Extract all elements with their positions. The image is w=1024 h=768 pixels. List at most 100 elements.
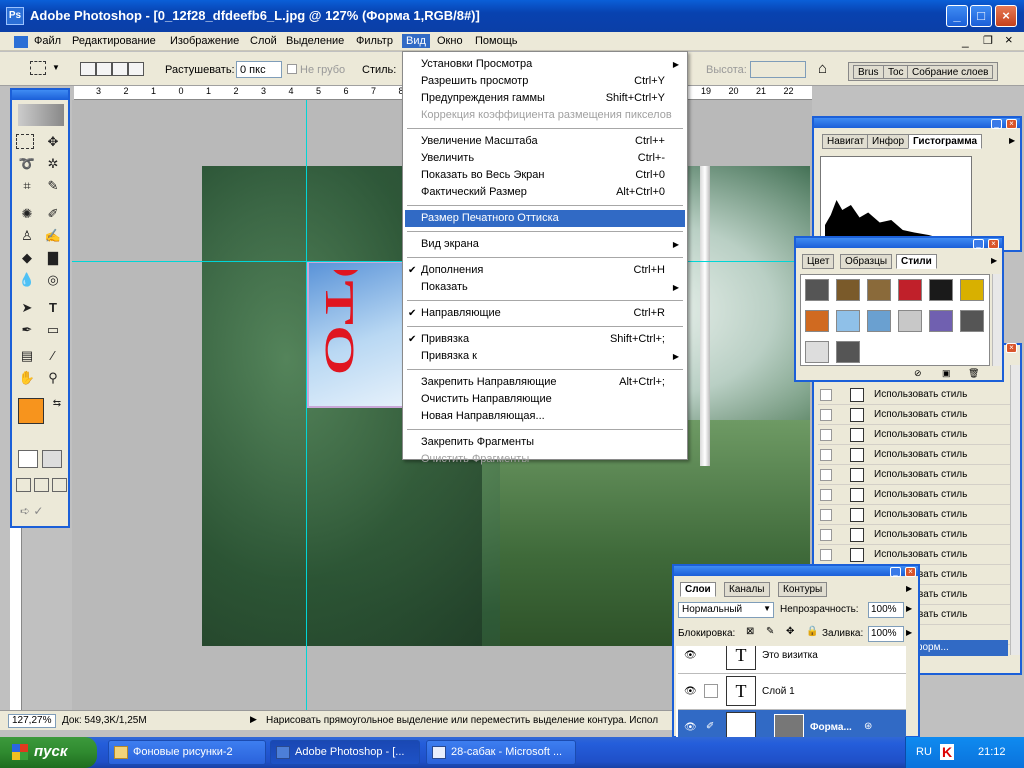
chevron-down-icon[interactable]: ▼: [52, 63, 60, 72]
style-swatch[interactable]: [805, 310, 829, 332]
history-item[interactable]: Использовать стиль: [818, 405, 1010, 425]
doc-close-button[interactable]: ×: [1005, 32, 1013, 47]
palette-well-icon[interactable]: ⌂: [818, 60, 838, 78]
history-item[interactable]: Использовать стиль: [818, 465, 1010, 485]
taskbar-item-folder[interactable]: Фоновые рисунки-2: [108, 740, 266, 765]
history-item[interactable]: Использовать стиль: [818, 485, 1010, 505]
card-text[interactable]: Это: [310, 270, 406, 400]
view-menu-item[interactable]: Новая Направляющая...: [405, 408, 685, 425]
menu-image[interactable]: Изображение: [166, 34, 243, 48]
pen-tool-icon[interactable]: ✒: [16, 320, 38, 339]
view-menu-item[interactable]: Закрепить Фрагменты: [405, 434, 685, 451]
tab-layers[interactable]: Слои: [680, 582, 716, 597]
style-swatch[interactable]: [960, 310, 984, 332]
status-arrow-icon[interactable]: ▶: [250, 714, 257, 725]
view-menu-item[interactable]: Фактический Размер Alt+Ctrl+0: [405, 184, 685, 201]
lasso-tool-icon[interactable]: ➰: [16, 154, 38, 173]
tab-color[interactable]: Цвет: [802, 254, 835, 269]
kaspersky-icon[interactable]: K: [940, 744, 955, 760]
new-selection-icon[interactable]: [80, 62, 96, 76]
tab-styles[interactable]: Стили: [896, 254, 937, 269]
feather-logo-icon[interactable]: [18, 104, 64, 126]
history-item[interactable]: Использовать стиль: [818, 425, 1010, 445]
menu-view[interactable]: Вид: [402, 34, 430, 48]
history-brush-source-box[interactable]: [820, 529, 832, 541]
view-menu-item[interactable]: Вид экрана ▶: [405, 236, 685, 253]
style-swatch[interactable]: [836, 341, 860, 363]
view-menu-item[interactable]: Установки Просмотра ▶: [405, 56, 685, 73]
eraser-tool-icon[interactable]: ◆: [16, 248, 38, 267]
screen-mode-1-icon[interactable]: [16, 478, 31, 492]
taskbar-item-photoshop[interactable]: Adobe Photoshop - [...: [270, 740, 420, 765]
history-item[interactable]: Использовать стиль: [818, 545, 1010, 565]
tab-tool-presets[interactable]: Toc: [883, 65, 909, 79]
style-swatch[interactable]: [867, 310, 891, 332]
view-menu-item[interactable]: ✔ Привязка Shift+Ctrl+;: [405, 331, 685, 348]
stamp-tool-icon[interactable]: ♙: [16, 226, 38, 245]
palette-close-button[interactable]: ×: [988, 239, 999, 249]
fill-input[interactable]: 100%: [868, 626, 904, 642]
style-swatch[interactable]: [960, 279, 984, 301]
magic-wand-icon[interactable]: ✲: [42, 154, 64, 173]
history-brush-source-box[interactable]: [820, 409, 832, 421]
view-menu-item[interactable]: Показать во Весь Экран Ctrl+0: [405, 167, 685, 184]
language-indicator[interactable]: RU: [916, 746, 932, 758]
opacity-input[interactable]: 100%: [868, 602, 904, 618]
blur-tool-icon[interactable]: 💧: [16, 270, 38, 289]
marquee-tool-icon[interactable]: [16, 134, 34, 149]
history-brush-source-box[interactable]: [820, 389, 832, 401]
style-swatch[interactable]: [805, 341, 829, 363]
antialias-checkbox[interactable]: [287, 64, 297, 74]
history-item[interactable]: Использовать стиль: [818, 445, 1010, 465]
view-menu-item[interactable]: Разрешить просмотр Ctrl+Y: [405, 73, 685, 90]
crop-tool-icon[interactable]: ⌗: [16, 176, 38, 195]
zoom-tool-icon[interactable]: ⚲: [42, 368, 64, 387]
style-swatch[interactable]: [805, 279, 829, 301]
palette-close-button[interactable]: ×: [905, 567, 916, 577]
history-brush-source-box[interactable]: [820, 469, 832, 481]
view-menu-item[interactable]: Закрепить Направляющие Alt+Ctrl+;: [405, 374, 685, 391]
palette-menu-icon[interactable]: ▶: [1009, 136, 1015, 145]
guide-vertical[interactable]: [306, 100, 307, 710]
menu-file[interactable]: Файл: [30, 34, 65, 48]
styles-scrollbar[interactable]: [992, 274, 1002, 366]
style-swatch[interactable]: [929, 310, 953, 332]
notes-tool-icon[interactable]: ▤: [16, 346, 38, 365]
intersect-selection-icon[interactable]: [128, 62, 144, 76]
standard-mode-icon[interactable]: [18, 450, 38, 468]
rectangle-tool-icon[interactable]: ▭: [42, 320, 64, 339]
slice-tool-icon[interactable]: ✎: [42, 176, 64, 195]
menu-layer[interactable]: Слой: [246, 34, 281, 48]
menu-help[interactable]: Помощь: [471, 34, 522, 48]
close-button[interactable]: ×: [995, 5, 1017, 27]
view-menu-item[interactable]: Показать ▶: [405, 279, 685, 296]
brush-tool-icon[interactable]: ✐: [42, 204, 64, 223]
palette-close-button[interactable]: ×: [1006, 119, 1017, 129]
style-swatch[interactable]: [836, 310, 860, 332]
view-menu-item[interactable]: Увеличить Ctrl+-: [405, 150, 685, 167]
view-menu-item[interactable]: Размер Печатного Оттиска: [405, 210, 685, 227]
type-tool-icon[interactable]: T: [42, 298, 64, 317]
menu-edit[interactable]: Редактирование: [68, 34, 160, 48]
eye-icon[interactable]: 👁: [684, 686, 697, 697]
clear-style-icon[interactable]: ⊘: [914, 368, 922, 379]
style-swatch[interactable]: [898, 310, 922, 332]
palette-minimize-button[interactable]: _: [973, 239, 984, 249]
swap-colors-icon[interactable]: ⇆: [46, 394, 68, 413]
palette-menu-icon[interactable]: ▶: [906, 584, 912, 593]
eye-icon[interactable]: 👁: [684, 722, 697, 733]
add-selection-icon[interactable]: [96, 62, 112, 76]
history-scrollbar[interactable]: [1010, 365, 1020, 655]
palette-menu-icon[interactable]: ▶: [991, 256, 997, 265]
tab-histogram[interactable]: Гистограмма: [908, 134, 983, 149]
history-brush-source-box[interactable]: [820, 549, 832, 561]
view-menu-item[interactable]: ✔ Дополнения Ctrl+H: [405, 262, 685, 279]
history-brush-source-box[interactable]: [820, 509, 832, 521]
palette-minimize-button[interactable]: _: [991, 119, 1002, 129]
menu-filter[interactable]: Фильтр: [352, 34, 397, 48]
history-brush-source-box[interactable]: [820, 429, 832, 441]
history-brush-source-box[interactable]: [820, 489, 832, 501]
layer-row[interactable]: 👁 T Слой 1: [678, 674, 906, 710]
eyedropper-icon[interactable]: ⁄: [42, 346, 64, 365]
screen-mode-2-icon[interactable]: [34, 478, 49, 492]
